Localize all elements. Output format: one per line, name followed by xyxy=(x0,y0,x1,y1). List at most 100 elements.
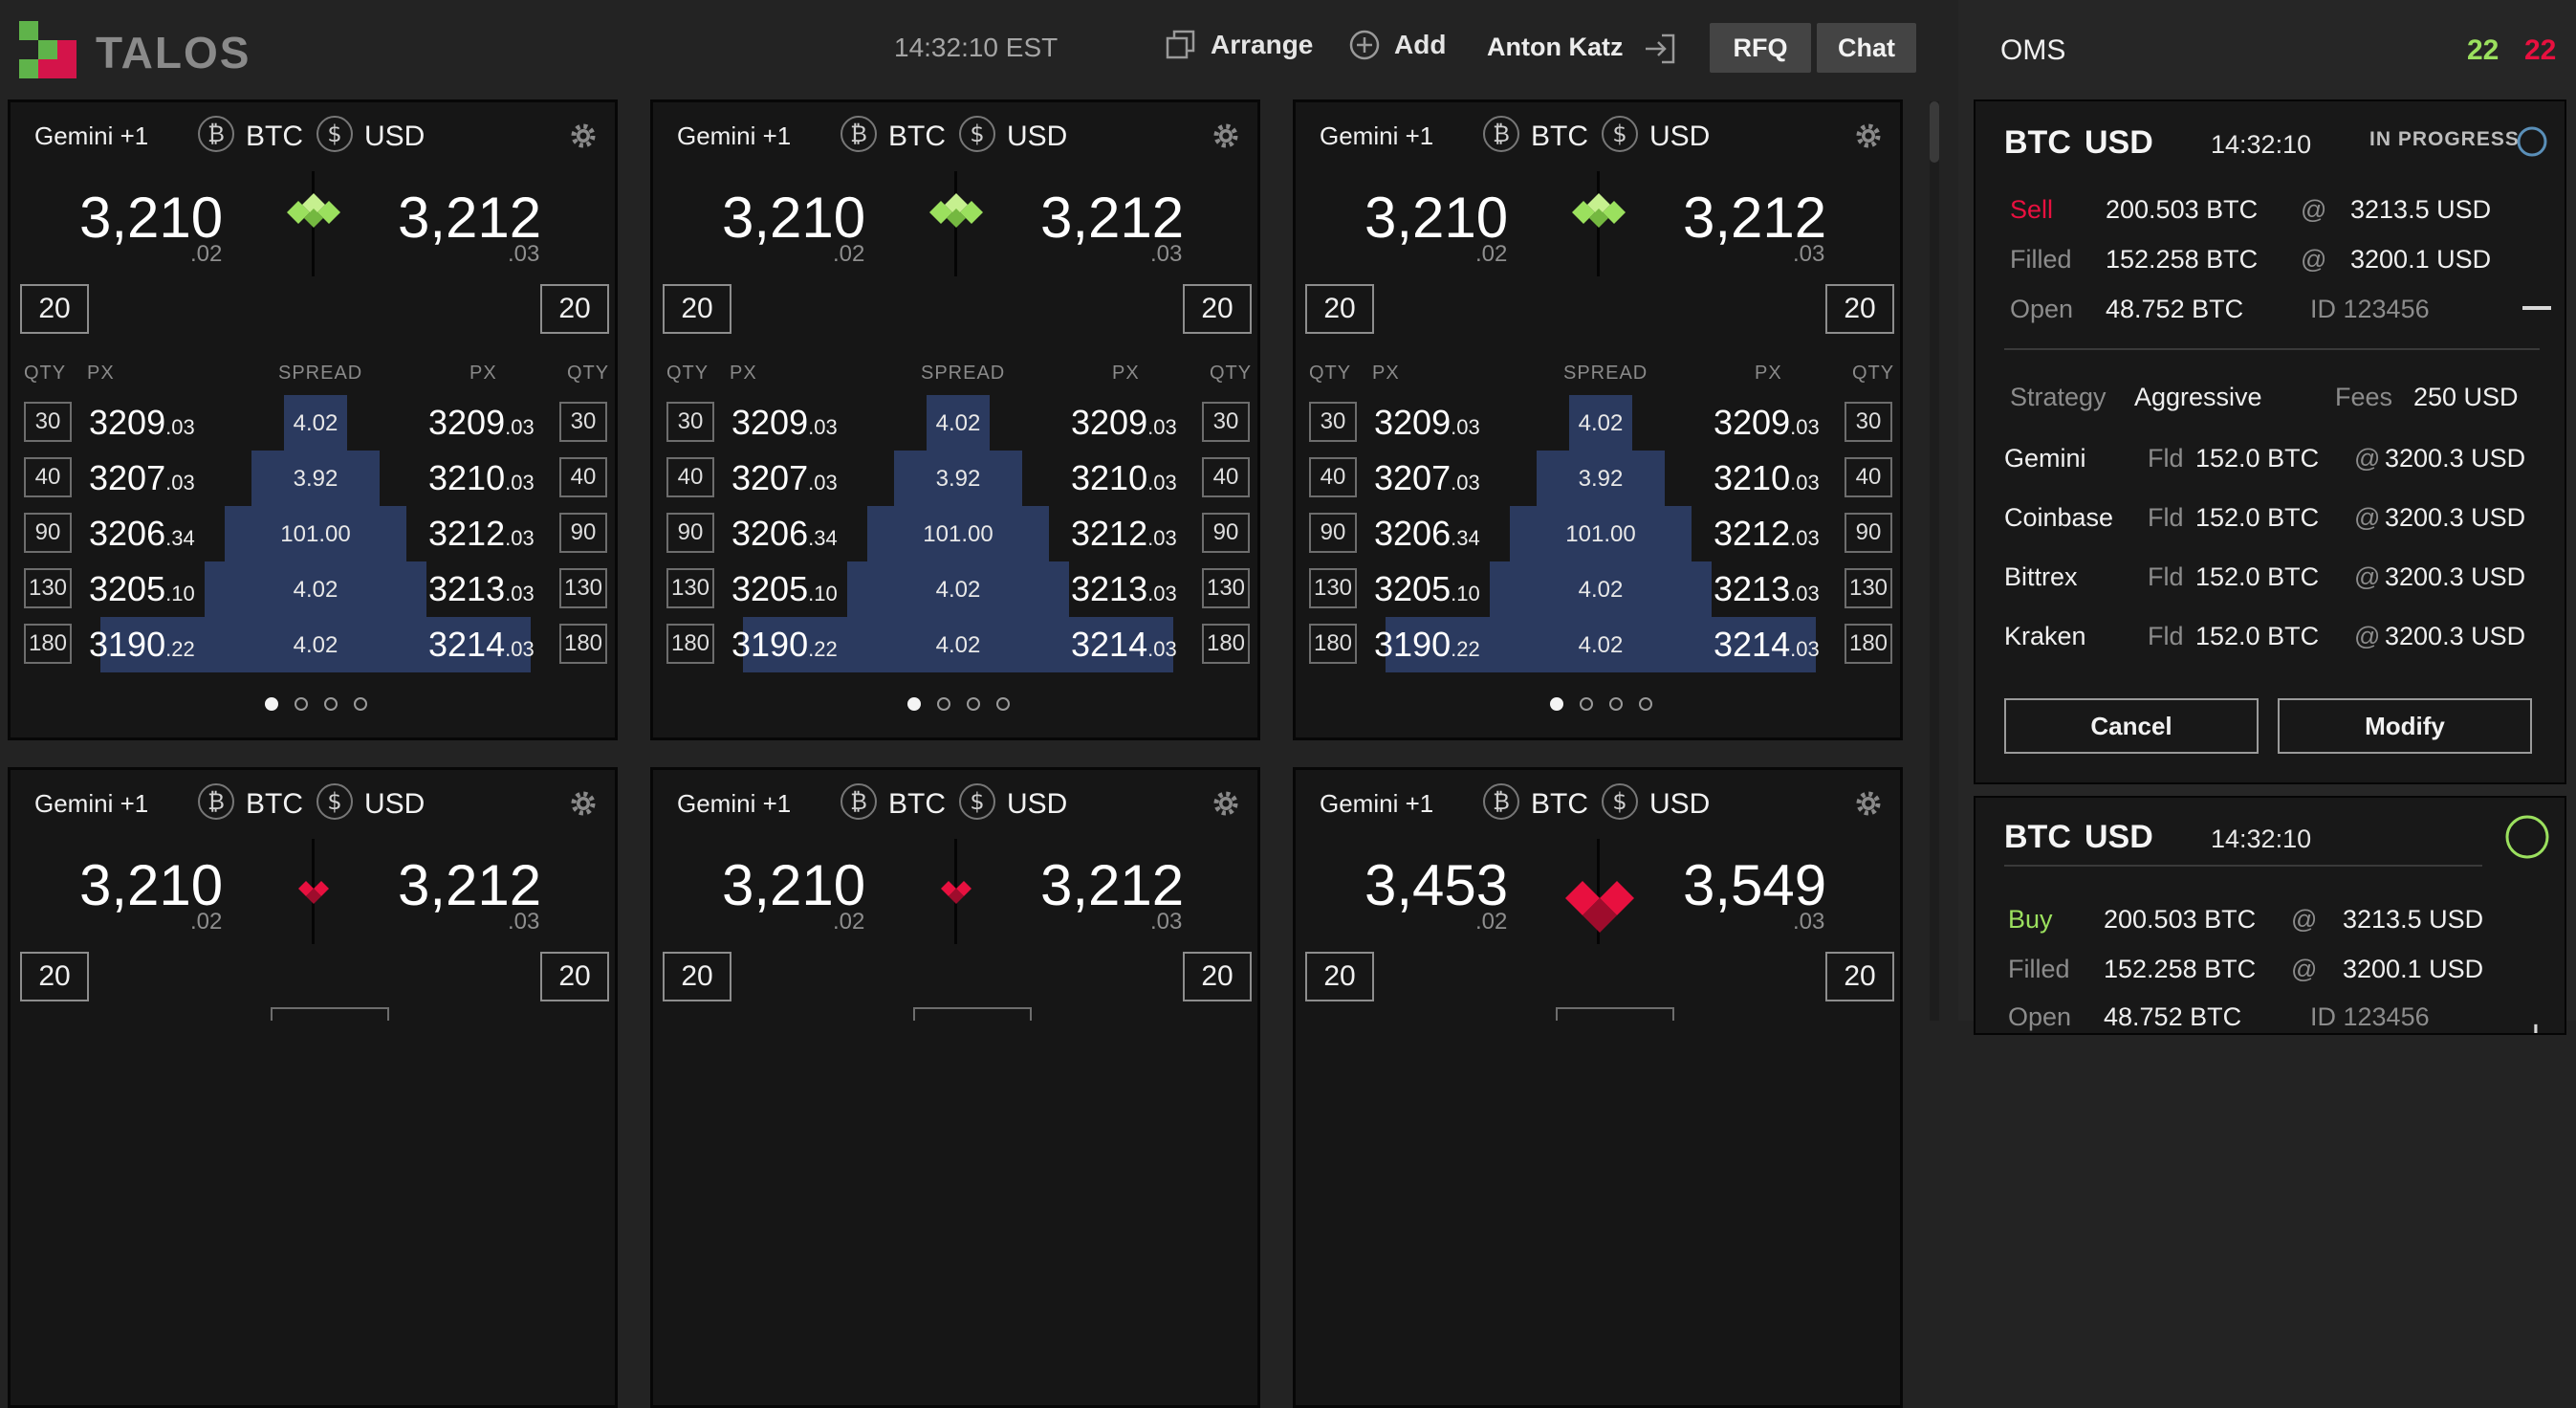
ask-qty-input[interactable]: 20 xyxy=(1183,952,1252,1001)
base-currency[interactable]: BTC xyxy=(246,121,303,153)
arrange-button[interactable]: Arrange xyxy=(1165,29,1313,61)
logout-icon[interactable] xyxy=(1643,33,1677,65)
row-bid-qty[interactable]: 40 xyxy=(1309,457,1357,497)
page-dot-active[interactable] xyxy=(1549,697,1563,711)
row-ask-qty[interactable]: 90 xyxy=(1202,513,1250,553)
row-ask-price[interactable]: 3209.03 xyxy=(1071,403,1177,443)
row-bid-qty[interactable]: 180 xyxy=(1309,624,1357,664)
page-dot[interactable] xyxy=(966,697,980,711)
row-bid-qty[interactable]: 40 xyxy=(666,457,714,497)
price-tile[interactable]: Gemini +1 ₿ BTC $ USD 3,210.02 3,212.03 20 20 Q… xyxy=(650,99,1260,740)
page-dot[interactable] xyxy=(323,697,338,711)
ask-qty-input[interactable]: 20 xyxy=(1825,284,1894,334)
tiles-scrollbar-thumb[interactable] xyxy=(1930,101,1939,163)
depth-selector[interactable] xyxy=(913,1007,1032,1021)
row-ask-qty[interactable]: 180 xyxy=(559,624,607,664)
row-ask-qty[interactable]: 30 xyxy=(559,402,607,442)
page-dot[interactable] xyxy=(353,697,367,711)
row-bid-price[interactable]: 3209.03 xyxy=(731,403,838,443)
modify-order-button[interactable]: Modify xyxy=(2278,698,2532,754)
row-bid-price[interactable]: 3206.34 xyxy=(89,514,195,554)
ladder-row[interactable]: 30 3209.03 4.02 3209.03 30 xyxy=(11,395,615,451)
exchange-label[interactable]: Gemini +1 xyxy=(34,789,148,819)
row-ask-qty[interactable]: 40 xyxy=(559,457,607,497)
order-card[interactable]: BTC USD 14:32:10 Buy 200.503 BTC @ 3213.… xyxy=(1974,796,2566,1035)
row-bid-qty[interactable]: 130 xyxy=(666,568,714,608)
bid-qty-input[interactable]: 20 xyxy=(663,284,731,334)
price-tile[interactable]: Gemini +1 ₿ BTC $ USD 3,210.02 3,212.03 20 20 xyxy=(8,767,618,1408)
exchange-label[interactable]: Gemini +1 xyxy=(1320,121,1433,151)
row-bid-price[interactable]: 3190.22 xyxy=(89,625,195,665)
price-tile[interactable]: Gemini +1 ₿ BTC $ USD 3,453.02 3,549.03 20 20 xyxy=(1293,767,1903,1408)
row-ask-qty[interactable]: 130 xyxy=(1845,568,1892,608)
row-ask-qty[interactable]: 180 xyxy=(1845,624,1892,664)
ladder-row[interactable]: 90 3206.34 101.00 3212.03 90 xyxy=(11,506,615,561)
exchange-label[interactable]: Gemini +1 xyxy=(677,121,791,151)
price-tile[interactable]: Gemini +1 ₿ BTC $ USD 3,210.02 3,212.03 20 20 Q… xyxy=(1293,99,1903,740)
bid-qty-input[interactable]: 20 xyxy=(1305,284,1374,334)
bid-qty-input[interactable]: 20 xyxy=(20,952,89,1001)
ladder-row[interactable]: 130 3205.10 4.02 3213.03 130 xyxy=(653,561,1257,617)
rfq-button[interactable]: RFQ xyxy=(1710,23,1811,73)
page-dot[interactable] xyxy=(1579,697,1593,711)
row-ask-qty[interactable]: 130 xyxy=(559,568,607,608)
row-ask-price[interactable]: 3210.03 xyxy=(1714,458,1820,498)
row-ask-price[interactable]: 3214.03 xyxy=(1714,625,1820,665)
ladder-row[interactable]: 180 3190.22 4.02 3214.03 180 xyxy=(11,617,615,672)
quote-currency[interactable]: USD xyxy=(1649,788,1710,821)
gear-icon[interactable] xyxy=(1208,785,1244,822)
depth-selector[interactable] xyxy=(1556,1007,1674,1021)
gear-icon[interactable] xyxy=(565,118,601,154)
base-currency[interactable]: BTC xyxy=(1531,121,1588,153)
ladder-row[interactable]: 130 3205.10 4.02 3213.03 130 xyxy=(1296,561,1900,617)
tiles-scrollbar-track[interactable] xyxy=(1930,101,1939,1021)
row-ask-qty[interactable]: 40 xyxy=(1845,457,1892,497)
order-card[interactable]: BTC USD 14:32:10 IN PROGRESS Sell 200.50… xyxy=(1974,99,2566,784)
quote-currency[interactable]: USD xyxy=(1007,788,1067,821)
row-ask-qty[interactable]: 30 xyxy=(1202,402,1250,442)
exchange-label[interactable]: Gemini +1 xyxy=(1320,789,1433,819)
quote-currency[interactable]: USD xyxy=(1649,121,1710,153)
row-bid-qty[interactable]: 130 xyxy=(1309,568,1357,608)
page-dot[interactable] xyxy=(995,697,1010,711)
chat-button[interactable]: Chat xyxy=(1817,23,1916,73)
row-bid-qty[interactable]: 90 xyxy=(24,513,72,553)
base-currency[interactable]: BTC xyxy=(888,121,946,153)
row-bid-qty[interactable]: 180 xyxy=(666,624,714,664)
ladder-row[interactable]: 90 3206.34 101.00 3212.03 90 xyxy=(1296,506,1900,561)
bid-qty-input[interactable]: 20 xyxy=(1305,952,1374,1001)
row-ask-price[interactable]: 3213.03 xyxy=(1714,569,1820,609)
page-dot[interactable] xyxy=(1638,697,1652,711)
row-bid-qty[interactable]: 90 xyxy=(1309,513,1357,553)
row-ask-qty[interactable]: 30 xyxy=(1845,402,1892,442)
row-bid-qty[interactable]: 30 xyxy=(24,402,72,442)
row-bid-price[interactable]: 3206.34 xyxy=(1374,514,1480,554)
row-ask-qty[interactable]: 90 xyxy=(1845,513,1892,553)
page-dot[interactable] xyxy=(294,697,308,711)
collapse-minus-icon[interactable] xyxy=(2522,306,2551,310)
row-bid-price[interactable]: 3207.03 xyxy=(89,458,195,498)
user-name[interactable]: Anton Katz xyxy=(1487,33,1623,62)
exchange-label[interactable]: Gemini +1 xyxy=(677,789,791,819)
ladder-row[interactable]: 130 3205.10 4.02 3213.03 130 xyxy=(11,561,615,617)
row-ask-price[interactable]: 3212.03 xyxy=(428,514,535,554)
ladder-row[interactable]: 30 3209.03 4.02 3209.03 30 xyxy=(1296,395,1900,451)
quote-currency[interactable]: USD xyxy=(1007,121,1067,153)
row-ask-price[interactable]: 3214.03 xyxy=(428,625,535,665)
row-bid-price[interactable]: 3190.22 xyxy=(1374,625,1480,665)
quote-currency[interactable]: USD xyxy=(364,788,425,821)
gear-icon[interactable] xyxy=(1850,785,1887,822)
page-dot-active[interactable] xyxy=(264,697,278,711)
ask-qty-input[interactable]: 20 xyxy=(1825,952,1894,1001)
row-bid-price[interactable]: 3207.03 xyxy=(1374,458,1480,498)
row-bid-qty[interactable]: 180 xyxy=(24,624,72,664)
base-currency[interactable]: BTC xyxy=(246,788,303,821)
expand-plus-icon[interactable]: + xyxy=(2521,1014,2551,1033)
row-bid-qty[interactable]: 30 xyxy=(666,402,714,442)
ladder-row[interactable]: 40 3207.03 3.92 3210.03 40 xyxy=(653,451,1257,506)
ladder-row[interactable]: 40 3207.03 3.92 3210.03 40 xyxy=(1296,451,1900,506)
quote-currency[interactable]: USD xyxy=(364,121,425,153)
ladder-row[interactable]: 180 3190.22 4.02 3214.03 180 xyxy=(1296,617,1900,672)
depth-selector[interactable] xyxy=(271,1007,389,1021)
row-ask-price[interactable]: 3212.03 xyxy=(1071,514,1177,554)
